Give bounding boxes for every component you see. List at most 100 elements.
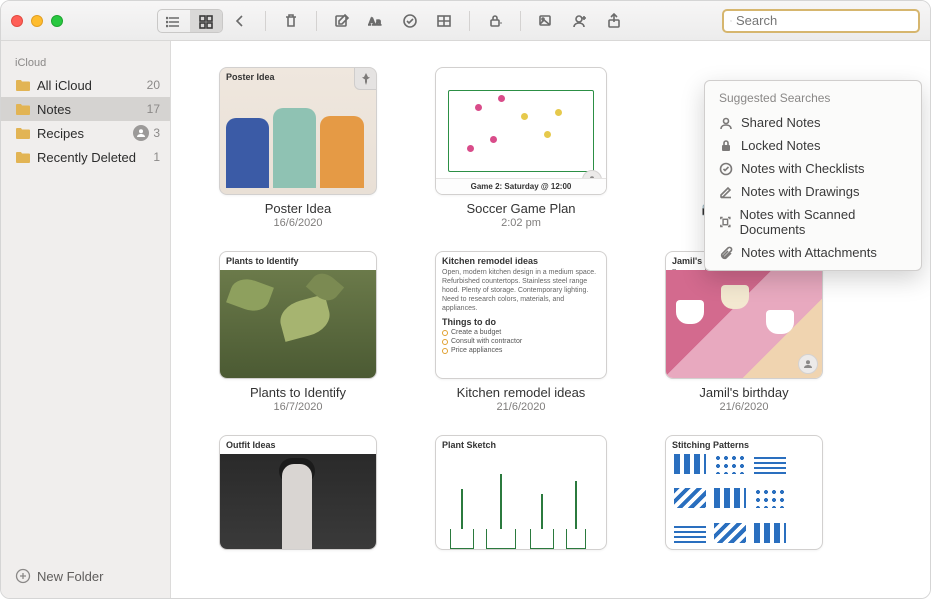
sidebar: iCloud All iCloud 20 Notes 17 Recipes 3 [1, 41, 171, 598]
note-thumbnail: Plants to Identify [219, 251, 377, 379]
suggestions-header: Suggested Searches [705, 89, 921, 111]
window-controls [11, 15, 63, 27]
attachment-icon [719, 246, 733, 260]
suggestion-checklists[interactable]: Notes with Checklists [705, 157, 921, 180]
sidebar-item-count: 3 [153, 126, 160, 140]
note-title: Jamil's birthday [699, 385, 788, 400]
sidebar-item-count: 1 [153, 150, 160, 164]
note-subtitle: 16/7/2020 [274, 401, 323, 413]
note-card[interactable]: Plants to Identify Plants to Identify 16… [219, 251, 377, 413]
new-folder-button[interactable]: New Folder [1, 562, 170, 598]
scan-icon [719, 215, 732, 229]
thumb-section: Things to do [436, 313, 606, 329]
note-subtitle: 16/6/2020 [274, 217, 323, 229]
thumb-title: Outfit Ideas [220, 436, 376, 452]
sidebar-item-count: 20 [147, 78, 160, 92]
notes-app-window: Aa iCloud All iCloud 20 [0, 0, 931, 599]
note-title: Soccer Game Plan [466, 201, 575, 216]
shared-icon [798, 354, 818, 374]
note-thumbnail: Game 2: Saturday @ 12:00 [435, 67, 607, 195]
sidebar-item-recently-deleted[interactable]: Recently Deleted 1 [1, 145, 170, 169]
close-window-button[interactable] [11, 15, 23, 27]
sidebar-item-all-icloud[interactable]: All iCloud 20 [1, 73, 170, 97]
suggestion-label: Notes with Checklists [741, 161, 865, 176]
collaborate-button[interactable] [563, 9, 597, 33]
thumb-title: Plants to Identify [220, 252, 376, 268]
suggestion-drawings[interactable]: Notes with Drawings [705, 180, 921, 203]
minimize-window-button[interactable] [31, 15, 43, 27]
folder-icon [15, 150, 31, 164]
suggestion-scanned[interactable]: Notes with Scanned Documents [705, 203, 921, 241]
shared-icon [719, 116, 733, 130]
folder-icon [15, 102, 31, 116]
note-thumbnail: Poster Idea [219, 67, 377, 195]
thumb-body: Open, modern kitchen design in a medium … [436, 268, 606, 313]
folder-icon [15, 126, 31, 140]
list-view-button[interactable] [158, 10, 190, 33]
note-card[interactable]: Jamil's birthday Buy cupcake ingredients… [665, 251, 823, 413]
drawing-icon [719, 185, 733, 199]
media-menu-button[interactable] [529, 9, 563, 33]
grid-view-button[interactable] [190, 10, 222, 33]
folder-icon [15, 78, 31, 92]
note-card[interactable]: Stitching Patterns [665, 435, 823, 550]
search-input[interactable] [736, 13, 912, 28]
lock-menu-button[interactable] [478, 9, 512, 33]
thumb-title: Poster Idea [220, 68, 376, 84]
note-thumbnail: Outfit Ideas [219, 435, 377, 550]
suggestion-label: Notes with Attachments [741, 245, 877, 260]
sidebar-item-notes[interactable]: Notes 17 [1, 97, 170, 121]
note-subtitle: 21/6/2020 [497, 401, 546, 413]
suggestion-locked-notes[interactable]: Locked Notes [705, 134, 921, 157]
sidebar-item-label: Notes [37, 102, 147, 117]
sidebar-section-header: iCloud [1, 53, 170, 73]
format-button[interactable]: Aa [359, 9, 393, 33]
share-button[interactable] [597, 9, 631, 33]
thumb-footer: Game 2: Saturday @ 12:00 [436, 178, 606, 194]
sidebar-item-recipes[interactable]: Recipes 3 [1, 121, 170, 145]
note-subtitle: 2:02 pm [501, 217, 541, 229]
thumb-title: Plant Sketch [436, 436, 606, 452]
view-mode-segmented [157, 9, 223, 33]
sidebar-item-label: Recently Deleted [37, 150, 153, 165]
sidebar-item-label: Recipes [37, 126, 133, 141]
zoom-window-button[interactable] [51, 15, 63, 27]
plus-circle-icon [15, 568, 31, 584]
shared-folder-icon [133, 125, 149, 141]
note-title: Poster Idea [265, 201, 332, 216]
search-field[interactable] [722, 9, 920, 33]
suggestion-label: Notes with Drawings [741, 184, 860, 199]
lock-icon [719, 139, 733, 153]
delete-note-button[interactable] [274, 9, 308, 33]
note-card[interactable]: Outfit Ideas [219, 435, 377, 550]
note-subtitle: 21/6/2020 [720, 401, 769, 413]
note-thumbnail: Stitching Patterns [665, 435, 823, 550]
suggestion-label: Shared Notes [741, 115, 821, 130]
thumb-title: Kitchen remodel ideas [436, 252, 606, 268]
note-title: Kitchen remodel ideas [457, 385, 586, 400]
note-card[interactable]: Kitchen remodel ideas Open, modern kitch… [435, 251, 607, 413]
table-button[interactable] [427, 9, 461, 33]
new-folder-label: New Folder [37, 569, 103, 584]
checklist-icon [719, 162, 733, 176]
suggestion-label: Notes with Scanned Documents [740, 207, 907, 237]
back-button[interactable] [223, 9, 257, 33]
note-card[interactable]: Plant Sketch [435, 435, 607, 550]
note-thumbnail: Plant Sketch [435, 435, 607, 550]
compose-note-button[interactable] [325, 9, 359, 33]
search-icon [730, 14, 732, 28]
suggestion-shared-notes[interactable]: Shared Notes [705, 111, 921, 134]
note-thumbnail: Kitchen remodel ideas Open, modern kitch… [435, 251, 607, 379]
sidebar-item-count: 17 [147, 102, 160, 116]
checklist-button[interactable] [393, 9, 427, 33]
note-title: Plants to Identify [250, 385, 346, 400]
note-card[interactable]: Game 2: Saturday @ 12:00 Soccer Game Pla… [435, 67, 607, 229]
toolbar: Aa [1, 1, 930, 41]
thumb-title: Stitching Patterns [666, 436, 822, 452]
note-card[interactable]: Poster Idea Poster Idea 16/6/2020 [219, 67, 377, 229]
suggestion-label: Locked Notes [741, 138, 821, 153]
sidebar-item-label: All iCloud [37, 78, 147, 93]
search-suggestions-panel: Suggested Searches Shared Notes Locked N… [704, 80, 922, 271]
svg-text:Aa: Aa [368, 16, 381, 28]
suggestion-attachments[interactable]: Notes with Attachments [705, 241, 921, 264]
